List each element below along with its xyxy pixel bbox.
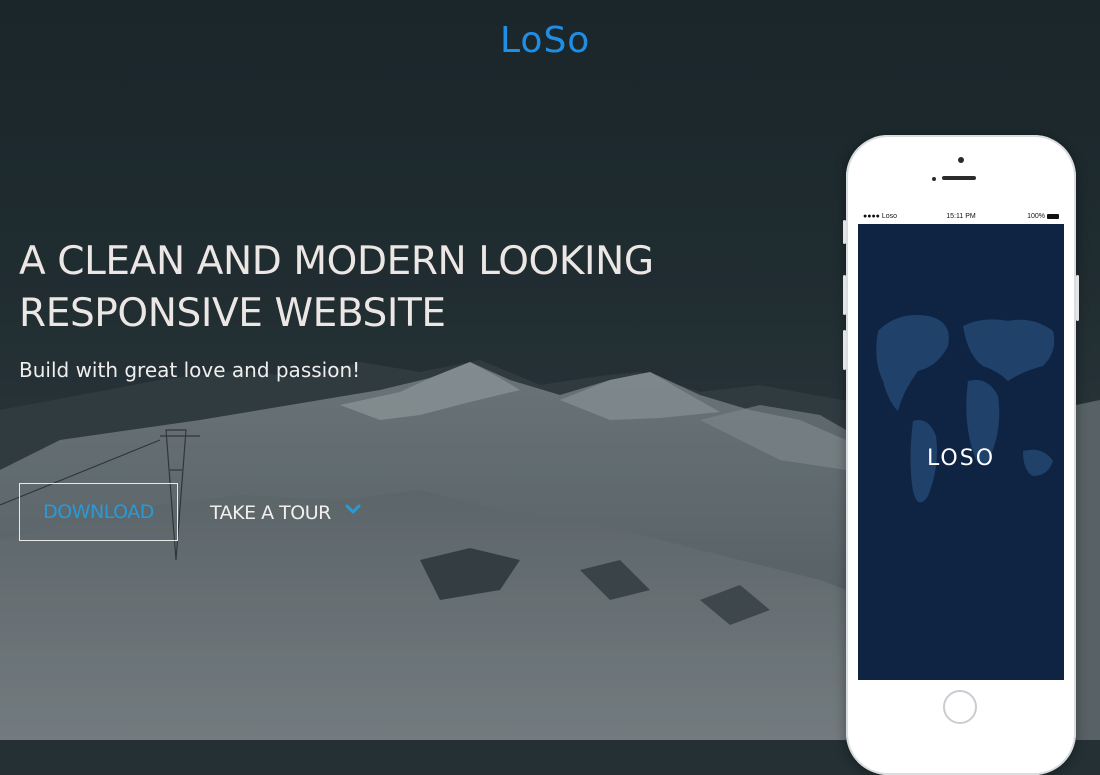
phone-camera <box>958 157 964 163</box>
app-splash-logo: LOSO <box>926 446 996 471</box>
take-a-tour-button[interactable]: TAKE A TOUR <box>210 496 361 530</box>
headline-line-1: A CLEAN AND MODERN LOOKING <box>19 239 654 284</box>
site-logo[interactable]: LoSo <box>500 14 590 66</box>
status-battery-group: 100% <box>1027 213 1059 220</box>
phone-volume-down <box>843 330 846 370</box>
battery-icon <box>1047 214 1059 219</box>
take-a-tour-label: TAKE A TOUR <box>210 502 331 524</box>
phone-sensor <box>932 177 936 181</box>
phone-home-button <box>943 690 977 724</box>
logo-text: LoSo <box>500 20 590 61</box>
phone-volume-up <box>843 275 846 315</box>
logo-icon: LoSo <box>500 20 590 61</box>
headline-line-2: RESPONSIVE WEBSITE <box>19 291 446 336</box>
phone-screen: ●●●● Loso 15:11 PM 100% LOSO <box>858 211 1064 680</box>
download-button[interactable]: DOWNLOAD <box>19 483 178 541</box>
phone-speaker <box>942 176 976 180</box>
phone-mute-switch <box>843 220 846 244</box>
chevron-down-icon <box>345 504 361 514</box>
hero-headline: A CLEAN AND MODERN LOOKING RESPONSIVE WE… <box>19 236 659 340</box>
phone-mockup: ●●●● Loso 15:11 PM 100% LOSO <box>843 135 1079 775</box>
phone-power-button <box>1076 275 1079 321</box>
world-map-icon <box>876 315 1055 503</box>
phone-status-bar: ●●●● Loso 15:11 PM 100% <box>858 211 1064 224</box>
status-battery-percent: 100% <box>1027 213 1045 220</box>
hero-tagline: Build with great love and passion! <box>19 358 361 382</box>
